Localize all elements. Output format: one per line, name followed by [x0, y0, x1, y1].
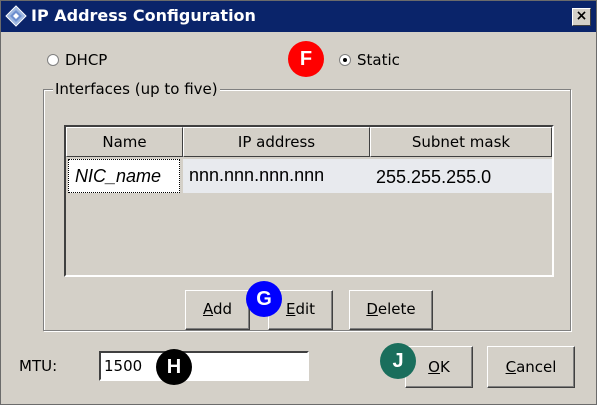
- static-radio[interactable]: [339, 54, 351, 66]
- interfaces-table[interactable]: Name IP address Subnet mask NIC_name nnn…: [64, 125, 554, 277]
- badge-f: F: [288, 41, 324, 77]
- badge-g: G: [246, 281, 282, 317]
- badge-j: J: [380, 343, 416, 379]
- delete-label-rest: elete: [377, 300, 416, 318]
- column-header-name[interactable]: Name: [66, 127, 183, 157]
- ip-config-dialog: IP Address Configuration × DHCP Static I…: [0, 0, 597, 405]
- cancel-mnemonic: C: [505, 358, 517, 376]
- static-label[interactable]: Static: [357, 51, 400, 69]
- mtu-input[interactable]: 1500: [99, 351, 309, 381]
- close-button[interactable]: ×: [572, 8, 591, 26]
- column-header-subnet-mask[interactable]: Subnet mask: [370, 127, 552, 157]
- radio-selected-dot: [343, 58, 347, 62]
- edit-label-rest: dit: [295, 300, 316, 318]
- mtu-label: MTU:: [19, 357, 58, 375]
- title-bar[interactable]: IP Address Configuration ×: [1, 1, 596, 32]
- ok-button[interactable]: OK: [405, 346, 473, 388]
- ok-label-rest: K: [439, 358, 450, 376]
- delete-mnemonic: D: [366, 300, 378, 318]
- cancel-button[interactable]: Cancel: [487, 346, 575, 388]
- table-row[interactable]: NIC_name nnn.nnn.nnn.nnn 255.255.255.0: [66, 159, 552, 193]
- cell-nic-name: NIC_name: [68, 159, 180, 193]
- ok-mnemonic: O: [428, 358, 440, 376]
- add-mnemonic: A: [202, 300, 213, 318]
- dhcp-label[interactable]: DHCP: [65, 51, 107, 69]
- add-button[interactable]: Add: [185, 290, 250, 330]
- cell-ip-address: nnn.nnn.nnn.nnn: [183, 159, 370, 193]
- app-diamond-icon: [5, 5, 27, 27]
- badge-h: H: [156, 349, 192, 385]
- cell-subnet-mask: 255.255.255.0: [370, 159, 552, 193]
- cancel-label-rest: ancel: [516, 358, 557, 376]
- delete-button[interactable]: Delete: [349, 290, 433, 330]
- interfaces-group-label: Interfaces (up to five): [53, 80, 220, 98]
- add-label-rest: dd: [212, 300, 233, 318]
- window-title: IP Address Configuration: [31, 6, 256, 25]
- dhcp-radio[interactable]: [47, 54, 59, 66]
- column-header-ip-address[interactable]: IP address: [183, 127, 370, 157]
